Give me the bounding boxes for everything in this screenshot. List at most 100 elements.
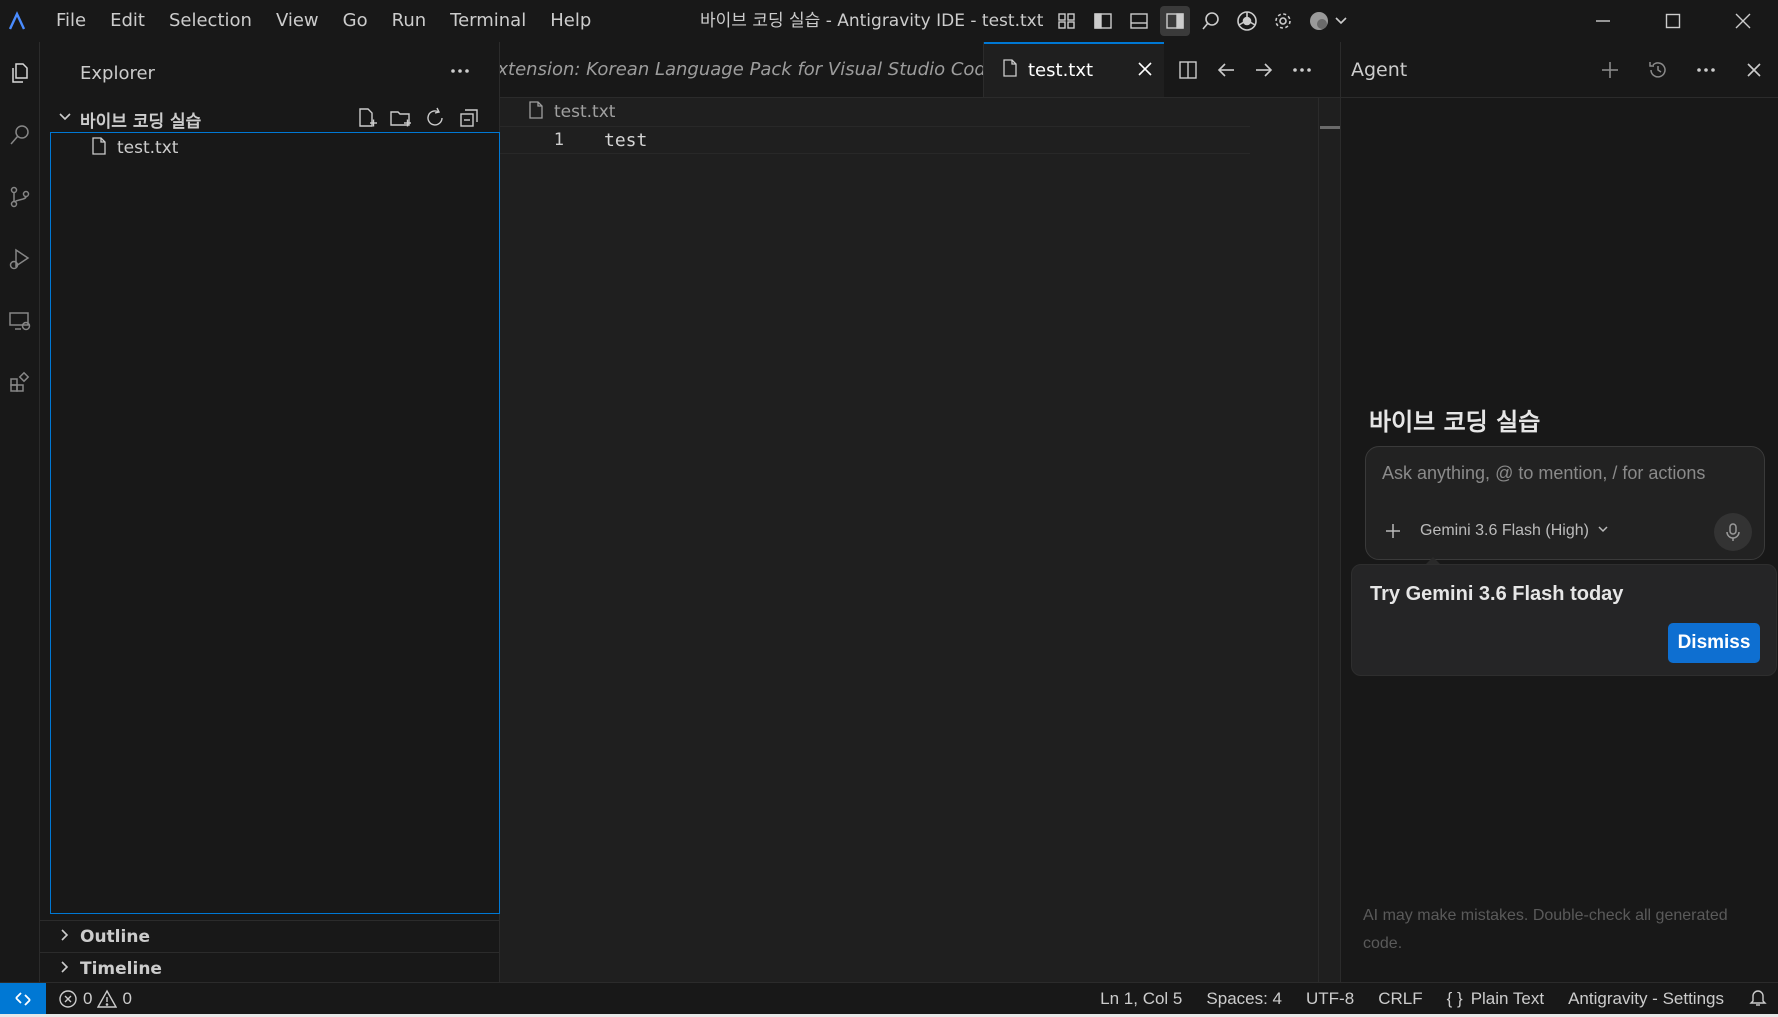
- menu-bar: File Edit Selection View Go Run Terminal…: [44, 0, 603, 42]
- run-debug-icon[interactable]: [0, 228, 40, 290]
- menu-run[interactable]: Run: [380, 0, 439, 42]
- search-icon[interactable]: [1196, 6, 1226, 36]
- menu-go[interactable]: Go: [331, 0, 380, 42]
- toggle-secondary-sidebar-icon[interactable]: [1160, 6, 1190, 36]
- timeline-section[interactable]: Timeline: [40, 952, 500, 984]
- close-panel-icon[interactable]: [1738, 54, 1770, 86]
- customize-layout-icon[interactable]: [1052, 6, 1082, 36]
- tab-extension-korean-language-pack[interactable]: Extension: Korean Language Pack for Visu…: [500, 42, 984, 97]
- menu-file[interactable]: File: [44, 0, 98, 42]
- refresh-icon[interactable]: [423, 106, 447, 135]
- agent-header: Agent: [1341, 42, 1778, 98]
- toggle-panel-icon[interactable]: [1124, 6, 1154, 36]
- tab-test-txt[interactable]: test.txt: [984, 42, 1164, 97]
- remote-indicator-icon[interactable]: [0, 982, 46, 1015]
- line-ending[interactable]: CRLF: [1378, 989, 1422, 1009]
- antigravity-logo-icon: [4, 8, 30, 34]
- explorer-header: Explorer: [40, 42, 499, 104]
- split-editor-icon[interactable]: [1174, 56, 1202, 84]
- timeline-label: Timeline: [80, 958, 162, 979]
- chevron-down-icon: [58, 109, 72, 129]
- agent-header-actions: [1594, 54, 1770, 86]
- menu-terminal[interactable]: Terminal: [438, 0, 538, 42]
- chat-composer: Gemini 3.6 Flash (High): [1365, 446, 1765, 560]
- explorer-sidebar: Explorer 바이브 코딩 실습 test.txt Outline Time…: [40, 42, 500, 982]
- model-selector[interactable]: Gemini 3.6 Flash (High): [1420, 522, 1609, 540]
- more-actions-icon[interactable]: [449, 60, 471, 87]
- editor-actions: [1164, 42, 1316, 97]
- browser-icon[interactable]: [1232, 6, 1262, 36]
- workspace-folder[interactable]: 바이브 코딩 실습: [40, 104, 499, 134]
- source-control-icon[interactable]: [0, 166, 40, 228]
- file-icon: [1002, 59, 1018, 82]
- microphone-icon[interactable]: [1714, 513, 1752, 551]
- agent-title: Agent: [1351, 58, 1408, 81]
- status-right: Ln 1, Col 5 Spaces: 4 UTF-8 CRLF { } Pla…: [1100, 983, 1768, 1015]
- status-bar: 0 0 Ln 1, Col 5 Spaces: 4 UTF-8 CRLF { }…: [0, 982, 1778, 1015]
- menu-view[interactable]: View: [264, 0, 331, 42]
- search-icon[interactable]: [0, 104, 40, 166]
- new-file-icon[interactable]: [355, 106, 379, 135]
- layout-controls: [1052, 0, 1352, 42]
- history-icon[interactable]: [1642, 54, 1674, 86]
- breadcrumb: test.txt: [500, 100, 1340, 124]
- new-folder-icon[interactable]: [389, 106, 413, 135]
- breadcrumb-file[interactable]: test.txt: [554, 102, 615, 122]
- agent-panel: Agent 바이브 코딩 실습 Gemini 3.6 Flash (High): [1340, 42, 1778, 982]
- extensions-icon[interactable]: [0, 352, 40, 414]
- activity-bar: [0, 42, 40, 982]
- encoding[interactable]: UTF-8: [1306, 989, 1354, 1009]
- account-menu[interactable]: [1304, 6, 1352, 36]
- problems-indicator[interactable]: 0 0: [58, 989, 132, 1009]
- folder-actions: [355, 106, 481, 135]
- language-mode[interactable]: { } Plain Text: [1447, 989, 1545, 1009]
- braces-icon: { }: [1446, 989, 1463, 1008]
- text-editor[interactable]: test.txt 1 test: [500, 98, 1340, 982]
- explorer-icon[interactable]: [0, 42, 40, 104]
- arrow-left-icon[interactable]: [1212, 56, 1240, 84]
- file-name: test.txt: [117, 138, 179, 158]
- arrow-right-icon[interactable]: [1250, 56, 1278, 84]
- window-controls: [1568, 0, 1778, 42]
- error-count: 0: [83, 988, 93, 1008]
- composer-toolbar: Gemini 3.6 Flash (High): [1378, 513, 1754, 551]
- collapse-all-icon[interactable]: [457, 106, 481, 135]
- indentation[interactable]: Spaces: 4: [1206, 989, 1282, 1009]
- menu-selection[interactable]: Selection: [157, 0, 264, 42]
- outline-section[interactable]: Outline: [40, 920, 500, 952]
- add-context-icon[interactable]: [1378, 516, 1408, 546]
- toggle-primary-sidebar-icon[interactable]: [1088, 6, 1118, 36]
- line-number: 1: [553, 130, 564, 150]
- file-icon: [91, 136, 107, 160]
- file-item-test-txt[interactable]: test.txt: [51, 133, 499, 163]
- chevron-right-icon: [58, 927, 72, 947]
- settings-status[interactable]: Antigravity - Settings: [1568, 989, 1724, 1009]
- folder-name: 바이브 코딩 실습: [80, 111, 202, 132]
- more-actions-icon[interactable]: [1288, 56, 1316, 84]
- minimize-icon[interactable]: [1568, 0, 1638, 42]
- notifications-bell-icon[interactable]: [1748, 987, 1768, 1012]
- language-label: Plain Text: [1470, 989, 1545, 1008]
- scroll-indicator[interactable]: [1320, 126, 1340, 129]
- line-text[interactable]: test: [604, 130, 647, 151]
- new-chat-icon[interactable]: [1594, 54, 1626, 86]
- tab-label: Extension: Korean Language Pack for Visu…: [500, 59, 984, 80]
- close-window-icon[interactable]: [1708, 0, 1778, 42]
- maximize-icon[interactable]: [1638, 0, 1708, 42]
- menu-help[interactable]: Help: [538, 0, 603, 42]
- settings-gear-icon[interactable]: [1268, 6, 1298, 36]
- code-line[interactable]: 1 test: [500, 126, 1250, 154]
- promo-card: Try Gemini 3.6 Flash today Dismiss: [1351, 564, 1777, 676]
- dismiss-button[interactable]: Dismiss: [1668, 623, 1760, 663]
- chat-input[interactable]: [1382, 463, 1752, 484]
- cursor-position[interactable]: Ln 1, Col 5: [1100, 989, 1182, 1009]
- promo-text: Try Gemini 3.6 Flash today: [1370, 583, 1624, 605]
- chevron-down-icon: [1597, 522, 1609, 540]
- more-actions-icon[interactable]: [1690, 54, 1722, 86]
- menu-edit[interactable]: Edit: [98, 0, 157, 42]
- close-tab-icon[interactable]: [1136, 60, 1154, 83]
- title-bar: File Edit Selection View Go Run Terminal…: [0, 0, 1778, 42]
- error-icon: [59, 989, 77, 1008]
- remote-explorer-icon[interactable]: [0, 290, 40, 352]
- editor-tab-bar: Extension: Korean Language Pack for Visu…: [500, 42, 1340, 98]
